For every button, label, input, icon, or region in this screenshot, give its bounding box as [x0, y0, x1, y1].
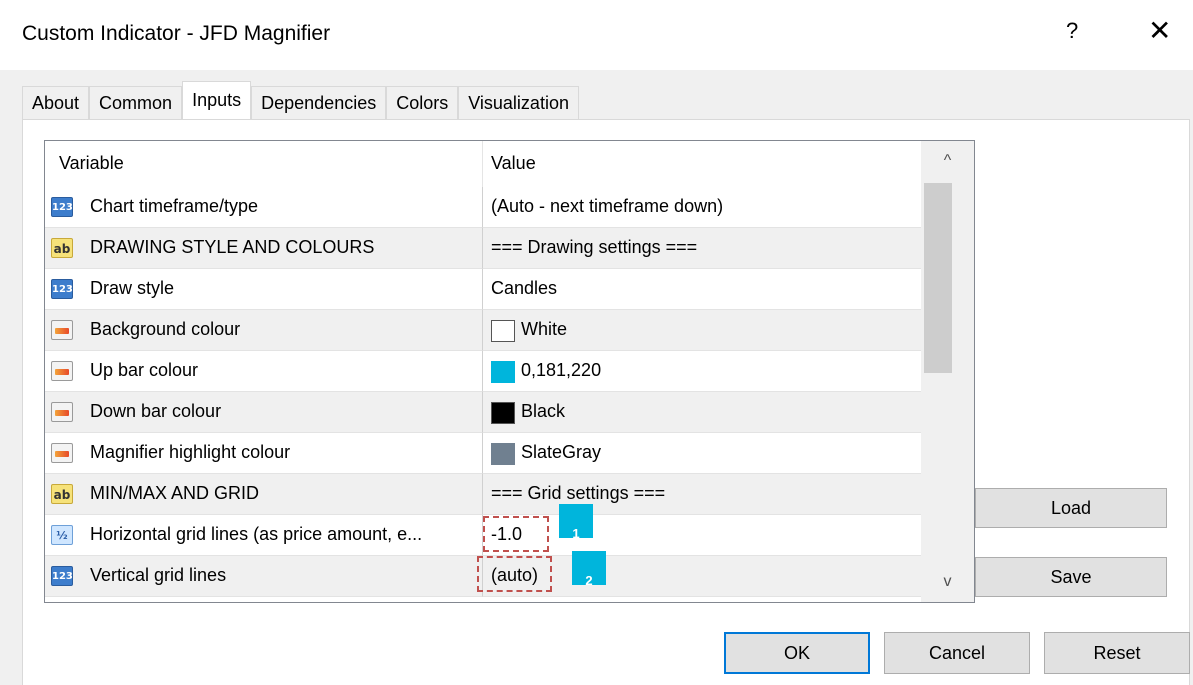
integer-icon: 123 [51, 197, 73, 217]
color-icon [51, 320, 73, 340]
tab-common[interactable]: Common [89, 86, 183, 121]
row-name: Draw style [90, 278, 175, 298]
dialog-button-bar: OK Cancel Reset [0, 618, 1193, 685]
string-icon: ab [51, 484, 73, 504]
row-name: MIN/MAX AND GRID [90, 483, 260, 503]
color-swatch [491, 443, 515, 465]
help-button[interactable]: ? [1066, 18, 1078, 44]
inputs-panel: Variable Value 123 Chart timeframe/type (… [22, 119, 1190, 685]
row-value[interactable]: SlateGray [521, 442, 601, 463]
reset-button[interactable]: Reset [1044, 632, 1190, 674]
window-title: Custom Indicator - JFD Magnifier [22, 22, 331, 45]
row-value[interactable]: === Grid settings === [491, 483, 665, 504]
scroll-down-icon[interactable]: v [921, 562, 974, 602]
dialog-client: About Common Inputs Dependencies Colors … [0, 70, 1193, 685]
row-name: Vertical grid lines [90, 565, 227, 585]
inputs-grid: Variable Value 123 Chart timeframe/type (… [44, 140, 975, 603]
tab-visualization[interactable]: Visualization [458, 86, 579, 121]
row-value[interactable]: === Drawing settings === [491, 237, 697, 258]
vertical-scrollbar[interactable]: ^ v [921, 141, 974, 602]
table-row[interactable]: ab MIN/MAX AND GRID === Grid settings === [45, 474, 921, 515]
color-icon [51, 443, 73, 463]
row-value[interactable]: 0,181,220 [521, 360, 601, 381]
table-row[interactable]: Up bar colour 0,181,220 [45, 351, 921, 392]
highlight-box-1 [483, 516, 549, 552]
ok-button[interactable]: OK [724, 632, 870, 674]
table-row[interactable]: ab DRAWING STYLE AND COLOURS === Drawing … [45, 228, 921, 269]
color-swatch [491, 361, 515, 383]
highlight-box-2 [477, 556, 552, 592]
save-button[interactable]: Save [975, 557, 1167, 597]
row-name: DRAWING STYLE AND COLOURS [90, 237, 375, 257]
row-name: Up bar colour [90, 360, 199, 380]
color-icon [51, 361, 73, 381]
title-bar: Custom Indicator - JFD Magnifier ? ✕ [0, 0, 1193, 70]
table-row[interactable]: 123 Chart timeframe/type (Auto - next tim… [45, 187, 921, 228]
tab-about[interactable]: About [22, 86, 90, 121]
row-name: Down bar colour [90, 401, 222, 421]
row-name: Magnifier highlight colour [90, 442, 291, 462]
cancel-button[interactable]: Cancel [884, 632, 1030, 674]
row-name: Horizontal grid lines (as price amount, … [90, 524, 423, 544]
tab-dependencies[interactable]: Dependencies [251, 86, 387, 121]
grid-header: Variable Value [45, 141, 921, 187]
integer-icon: 123 [51, 566, 73, 586]
load-button[interactable]: Load [975, 488, 1167, 528]
color-icon [51, 402, 73, 422]
table-row[interactable]: Down bar colour Black [45, 392, 921, 433]
color-swatch [491, 402, 515, 424]
string-icon: ab [51, 238, 73, 258]
callout-marker-1: 1 [559, 504, 593, 541]
table-row[interactable]: Background colour White [45, 310, 921, 351]
close-icon[interactable]: ✕ [1148, 14, 1171, 47]
table-row[interactable]: Magnifier highlight colour SlateGray [45, 433, 921, 474]
row-name: Chart timeframe/type [90, 196, 259, 216]
scroll-thumb[interactable] [924, 183, 952, 373]
scroll-up-icon[interactable]: ^ [921, 141, 974, 181]
row-name: Background colour [90, 319, 241, 339]
integer-icon: 123 [51, 279, 73, 299]
row-value[interactable]: (Auto - next timeframe down) [491, 196, 723, 217]
table-row[interactable]: 123 Draw style Candles [45, 269, 921, 310]
row-value[interactable]: Black [521, 401, 565, 422]
callout-marker-2: 2 [572, 551, 606, 588]
header-variable[interactable]: Variable [45, 141, 482, 187]
header-value[interactable]: Value [483, 141, 921, 187]
row-value[interactable]: White [521, 319, 567, 340]
color-swatch [491, 320, 515, 342]
row-value[interactable]: Candles [491, 278, 557, 299]
tab-colors[interactable]: Colors [386, 86, 459, 121]
double-icon: ½ [51, 525, 73, 545]
tab-strip: About Common Inputs Dependencies Colors … [22, 81, 579, 121]
tab-inputs[interactable]: Inputs [182, 81, 252, 121]
